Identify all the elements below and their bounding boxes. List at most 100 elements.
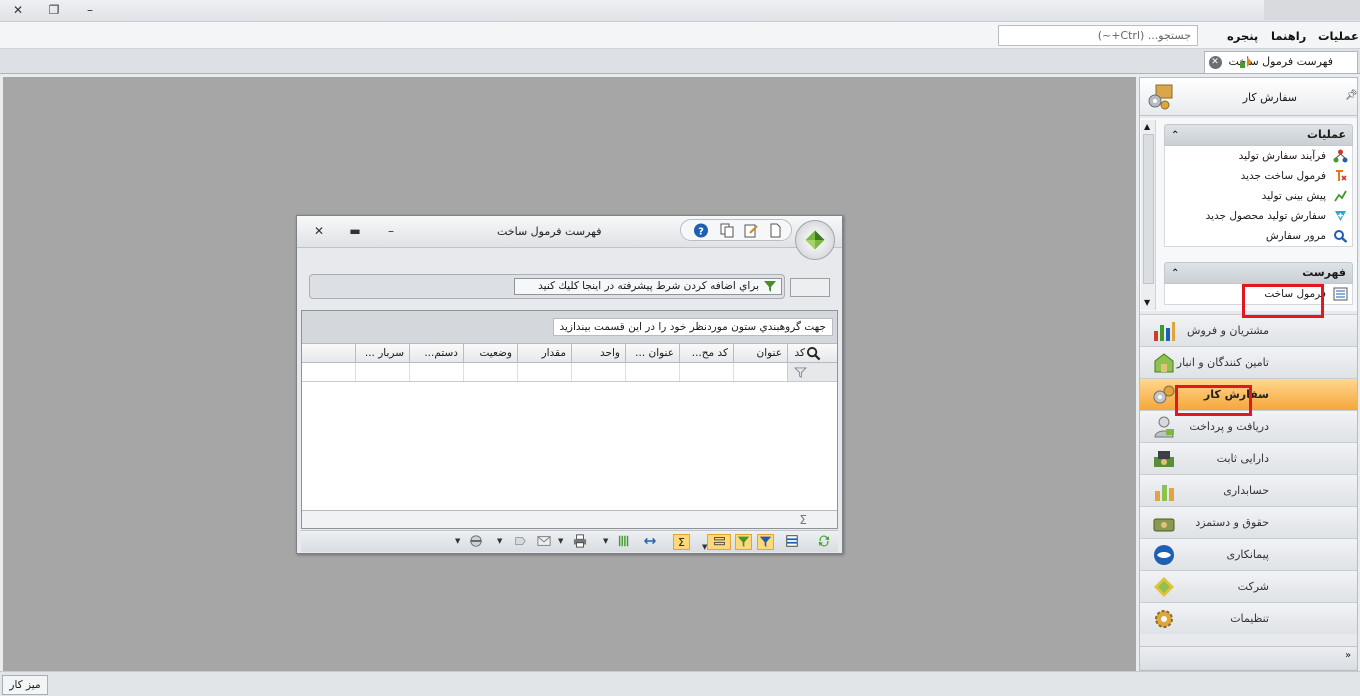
edit-document-icon[interactable] bbox=[743, 223, 759, 238]
work-order-gears-icon bbox=[1148, 84, 1173, 110]
formula-list-window: ✕ ▬ – فهرست فرمول ساخت ? براي اضافه كردن… bbox=[296, 215, 843, 554]
print-icon[interactable] bbox=[571, 534, 588, 550]
group-panel-toggle-icon[interactable]: ▼ bbox=[702, 534, 731, 551]
task-production-order-process[interactable]: فرآیند سفارش تولید bbox=[1165, 146, 1352, 166]
filter-cell[interactable] bbox=[733, 363, 787, 381]
more-modules-icon[interactable]: » bbox=[1345, 650, 1351, 661]
pin-icon[interactable]: 📌︎ bbox=[1345, 90, 1358, 101]
list-group-header[interactable]: فهرست ⌃ bbox=[1164, 262, 1353, 284]
filter-add-icon bbox=[764, 281, 776, 292]
export-dropdown-arrow[interactable]: ▼ bbox=[558, 537, 563, 545]
restore-window-button[interactable]: ❐ bbox=[44, 2, 64, 18]
search-input[interactable]: جستجو... (Ctrl+~) bbox=[998, 25, 1198, 46]
filter-prompt-text: براي اضافه كردن شرط پيشرفته در اينجا كلي… bbox=[538, 280, 759, 292]
filter-toggle-icon[interactable] bbox=[757, 534, 774, 550]
column-layout-icon[interactable] bbox=[615, 534, 632, 550]
app-titlebar: ✕ ❐ – bbox=[0, 0, 1360, 22]
task-pane-scrollbar[interactable]: ▲ ▼ bbox=[1141, 120, 1156, 310]
menu-help[interactable]: راهنما bbox=[1271, 29, 1306, 43]
bookmark-icon[interactable] bbox=[511, 534, 528, 550]
data-grid: جهت گروهبندي ستون موردنظر خود را در اين … bbox=[301, 310, 838, 529]
print-dropdown-arrow[interactable]: ▼ bbox=[603, 537, 608, 545]
child-close-button[interactable]: ✕ bbox=[311, 224, 327, 238]
close-window-button[interactable]: ✕ bbox=[8, 2, 28, 18]
search-column-header[interactable]: کد bbox=[787, 344, 837, 363]
summary-toggle-icon[interactable]: Σ bbox=[673, 534, 690, 550]
grid-filter-row[interactable] bbox=[302, 363, 837, 382]
email-icon[interactable] bbox=[535, 534, 552, 550]
columns-chooser-icon[interactable] bbox=[783, 534, 800, 550]
refresh-icon[interactable] bbox=[815, 534, 832, 550]
task-label: مرور سفارش bbox=[1265, 230, 1326, 242]
filter-cell[interactable] bbox=[625, 363, 679, 381]
filter-cell[interactable] bbox=[571, 363, 625, 381]
close-tab-icon[interactable]: ✕ bbox=[1208, 56, 1222, 69]
filter-editor-icon[interactable] bbox=[735, 534, 752, 550]
copy-document-icon[interactable] bbox=[719, 223, 735, 238]
module-label: دریافت و پرداخت bbox=[1189, 420, 1269, 433]
module-payroll[interactable]: حقوق و دستمزد bbox=[1140, 506, 1357, 538]
task-new-product-order[interactable]: سفارش تولید محصول جدید bbox=[1165, 206, 1352, 226]
accounting-icon bbox=[1155, 485, 1174, 501]
column-header-product-code[interactable]: کد مح... bbox=[679, 344, 733, 363]
module-suppliers-warehouse[interactable]: تامین کنندگان و انبار bbox=[1140, 346, 1357, 378]
menu-window[interactable]: پنجره bbox=[1227, 29, 1258, 43]
module-accounting[interactable]: حسابداری bbox=[1140, 474, 1357, 506]
search-icon[interactable] bbox=[806, 346, 821, 361]
filter-cell[interactable] bbox=[463, 363, 517, 381]
filter-cell[interactable] bbox=[409, 363, 463, 381]
desk-button[interactable]: میز کار bbox=[2, 675, 48, 695]
column-header-wage[interactable]: دستم... bbox=[409, 344, 463, 363]
filter-cell[interactable] bbox=[517, 363, 571, 381]
module-fixed-assets[interactable]: دارایی ثابت bbox=[1140, 442, 1357, 474]
filter-cell[interactable] bbox=[355, 363, 409, 381]
company-icon bbox=[1154, 577, 1174, 597]
layout-options-icon[interactable] bbox=[467, 534, 484, 550]
group-by-panel[interactable]: جهت گروهبندي ستون موردنظر خود را در اين … bbox=[302, 311, 837, 344]
collapse-chevron-icon[interactable]: ⌃ bbox=[1171, 264, 1179, 284]
tab-formula-list[interactable]: فهرست فرمول ساخت ✕ bbox=[1203, 51, 1358, 73]
task-label: سفارش تولید محصول جدید bbox=[1205, 210, 1326, 222]
statusbar: میز کار bbox=[0, 671, 1360, 696]
column-header-product-title[interactable]: عنوان ... bbox=[625, 344, 679, 363]
module-label: تامین کنندگان و انبار bbox=[1176, 356, 1269, 369]
scroll-down-arrow[interactable]: ▼ bbox=[1144, 298, 1150, 307]
new-formula-icon bbox=[1336, 170, 1347, 181]
scroll-up-arrow[interactable]: ▲ bbox=[1144, 122, 1150, 131]
settings-icon bbox=[1155, 610, 1173, 628]
task-new-formula[interactable]: فرمول ساخت جدید bbox=[1165, 166, 1352, 186]
layout-dropdown-arrow[interactable]: ▼ bbox=[455, 537, 460, 545]
list-group-title: فهرست bbox=[1302, 266, 1346, 279]
help-icon[interactable]: ? bbox=[693, 223, 709, 238]
operations-group-header[interactable]: عملیات ⌃ bbox=[1164, 124, 1353, 146]
module-sales[interactable]: مشتریان و فروش bbox=[1140, 314, 1357, 346]
task-production-forecast[interactable]: پیش بینی تولید bbox=[1165, 186, 1352, 206]
column-header-title[interactable]: عنوان bbox=[733, 344, 787, 363]
module-contracting[interactable]: پیمانکاری bbox=[1140, 538, 1357, 570]
collapse-chevron-icon[interactable]: ⌃ bbox=[1171, 126, 1179, 146]
column-header-overhead[interactable]: سربار ... bbox=[355, 344, 409, 363]
minimize-window-button[interactable]: – bbox=[80, 2, 100, 18]
filter-value-box[interactable] bbox=[790, 278, 830, 297]
process-icon bbox=[1333, 149, 1348, 163]
task-order-review[interactable]: مرور سفارش bbox=[1165, 226, 1352, 246]
filter-cell[interactable] bbox=[679, 363, 733, 381]
operations-group-body: فرآیند سفارش تولید فرمول ساخت جدید پیش ب… bbox=[1164, 146, 1353, 247]
menubar: عملیات راهنما پنجره جستجو... (Ctrl+~) bbox=[0, 22, 1360, 49]
bookmark-dropdown-arrow[interactable]: ▼ bbox=[497, 537, 502, 545]
add-advanced-filter-button[interactable]: براي اضافه كردن شرط پيشرفته در اينجا كلي… bbox=[514, 278, 782, 295]
column-header-status[interactable]: وضعیت bbox=[463, 344, 517, 363]
module-buttons: مشتریان و فروش تامین کنندگان و انبار سفا… bbox=[1140, 314, 1357, 634]
module-settings[interactable]: تنظیمات bbox=[1140, 602, 1357, 634]
column-header-unit[interactable]: واحد bbox=[571, 344, 625, 363]
column-header-quantity[interactable]: مقدار bbox=[517, 344, 571, 363]
new-document-icon[interactable] bbox=[767, 223, 783, 238]
payment-icon bbox=[1154, 416, 1174, 438]
module-company[interactable]: شرکت bbox=[1140, 570, 1357, 602]
child-maximize-button[interactable]: ▬ bbox=[347, 224, 363, 238]
child-minimize-button[interactable]: – bbox=[383, 224, 399, 238]
fit-columns-icon[interactable] bbox=[641, 534, 658, 550]
menu-operations[interactable]: عملیات bbox=[1318, 29, 1359, 43]
module-label: شرکت bbox=[1237, 580, 1269, 593]
scrollbar-thumb[interactable] bbox=[1143, 134, 1154, 284]
